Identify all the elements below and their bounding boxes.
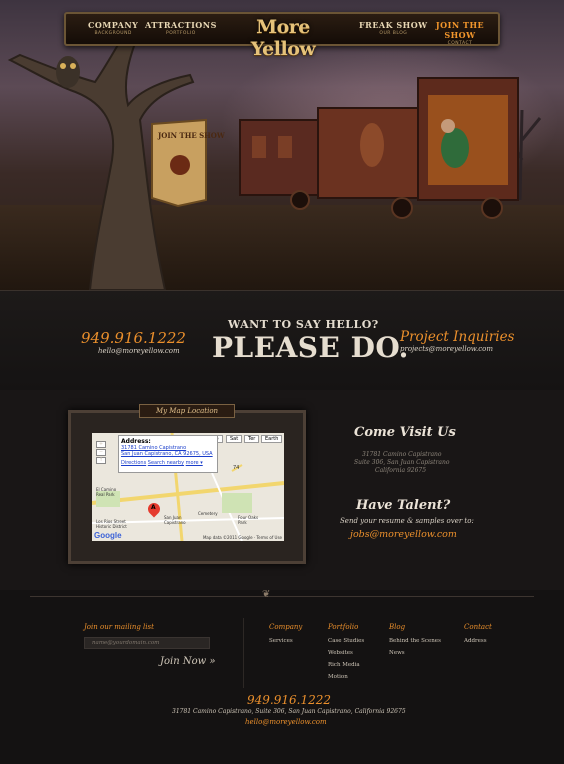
footer-link-case-studies[interactable]: Case Studies bbox=[328, 638, 364, 644]
nav-join-the-show-sub: CONTACT bbox=[447, 41, 473, 46]
map-tab-ter[interactable]: Ter bbox=[244, 435, 260, 443]
nav-company-sub: BACKGROUND bbox=[94, 31, 132, 36]
project-inquiries-title: Project Inquiries bbox=[400, 329, 515, 345]
visit-line-3: California 92675 bbox=[375, 467, 427, 474]
map-road-label: 74 bbox=[233, 465, 239, 471]
map-location-label: My Map Location bbox=[139, 404, 235, 418]
footer-vertical-divider bbox=[243, 618, 244, 688]
hero-sign-text: JOIN THE SHOW bbox=[157, 131, 225, 140]
nav-freak-show-sub: OUR BLOG bbox=[379, 31, 408, 36]
bubble-search-nearby-link[interactable]: Search nearby bbox=[148, 460, 184, 466]
nav-attractions[interactable]: ATTRACTIONS PORTFOLIO bbox=[145, 20, 217, 36]
zoom-out-button[interactable]: − bbox=[96, 449, 106, 456]
site-logo[interactable]: More Yellow bbox=[221, 16, 345, 60]
nav-freak-show[interactable]: FREAK SHOW OUR BLOG bbox=[359, 20, 428, 36]
contact-email-link[interactable]: hello@moreyellow.com bbox=[98, 347, 180, 355]
talent-email-link[interactable]: jobs@moreyellow.com bbox=[350, 529, 457, 540]
footer-col-blog-title[interactable]: Blog bbox=[389, 623, 405, 631]
hello-heading: PLEASE DO. bbox=[212, 331, 409, 364]
nav-attractions-label: ATTRACTIONS bbox=[145, 20, 217, 30]
map-zoom-controls: + − ↑ bbox=[96, 441, 106, 469]
footer-col-contact-title[interactable]: Contact bbox=[464, 623, 492, 631]
nav-company-label: COMPANY bbox=[88, 20, 139, 30]
pan-up-button[interactable]: ↑ bbox=[96, 457, 106, 464]
map-info-bubble: Address: 31781 Camino Capistrano San Jua… bbox=[118, 435, 218, 473]
nav-join-the-show-label: JOIN THE SHOW bbox=[435, 20, 485, 40]
footer-phone: 949.916.1222 bbox=[247, 693, 331, 707]
map-footer[interactable]: Map data ©2011 Google · Terms of Use bbox=[203, 535, 282, 540]
bubble-more-link[interactable]: more ▾ bbox=[186, 460, 203, 466]
talent-subtitle: Send your resume & samples over to: bbox=[340, 517, 474, 525]
project-email-link[interactable]: projects@moreyellow.com bbox=[400, 345, 493, 353]
footer-link-news[interactable]: News bbox=[389, 650, 405, 656]
visit-title: Come Visit Us bbox=[354, 425, 456, 440]
footer-col-portfolio-title[interactable]: Portfolio bbox=[328, 623, 358, 631]
place-los-rios: Los Rios Street Historic District bbox=[96, 519, 127, 529]
mailing-email-input[interactable]: name@yourdomain.com bbox=[84, 637, 210, 649]
contact-strip: 949.916.1222 hello@moreyellow.com WANT T… bbox=[0, 290, 564, 390]
hello-prefix: WANT TO SAY HELLO? bbox=[228, 318, 379, 331]
footer-email-link[interactable]: hello@moreyellow.com bbox=[245, 718, 327, 726]
zoom-in-button[interactable]: + bbox=[96, 441, 106, 448]
map-tab-sat[interactable]: Sat bbox=[226, 435, 243, 443]
map-marker-letter: A bbox=[151, 504, 156, 511]
hero-banner: JOIN THE SHOW COMPANY BACKGROUND ATTRACT… bbox=[0, 0, 564, 290]
visit-line-2: Suite 306, San Juan Capistrano bbox=[354, 459, 450, 466]
google-map[interactable]: 74 Map Sat Ter Earth + − ↑ Address: 3178… bbox=[92, 433, 284, 541]
footer-link-motion[interactable]: Motion bbox=[328, 674, 348, 680]
footer-link-websites[interactable]: Websites bbox=[328, 650, 353, 656]
map-section: My Map Location 74 Map Sat Ter Earth + −… bbox=[0, 390, 564, 590]
bubble-directions-link[interactable]: Directions bbox=[121, 460, 146, 466]
nav-attractions-sub: PORTFOLIO bbox=[166, 31, 196, 36]
footer-link-address[interactable]: Address bbox=[464, 638, 487, 644]
main-nav: COMPANY BACKGROUND ATTRACTIONS PORTFOLIO… bbox=[64, 12, 500, 60]
place-four-oaks: Four Oaks Park bbox=[238, 515, 259, 525]
contact-phone: 949.916.1222 bbox=[81, 329, 186, 347]
talent-title: Have Talent? bbox=[356, 498, 451, 513]
footer-divider bbox=[30, 596, 534, 597]
footer-link-rich-media[interactable]: Rich Media bbox=[328, 662, 360, 668]
place-san-juan: San Juan Capistrano bbox=[164, 515, 186, 525]
place-cemetery: Cemetery bbox=[198, 511, 218, 516]
mailing-list-title: Join our mailing list bbox=[84, 623, 154, 631]
footer-ornament-icon: ❦ bbox=[262, 589, 271, 600]
visit-line-1: 31781 Camino Capistrano bbox=[362, 451, 442, 458]
bubble-address-line2[interactable]: San Juan Capistrano, CA 92675, USA bbox=[121, 451, 215, 457]
join-now-button[interactable]: Join Now » bbox=[160, 656, 215, 667]
nav-company[interactable]: COMPANY BACKGROUND bbox=[88, 20, 138, 36]
place-el-camino: El Camino Real Park bbox=[96, 487, 117, 497]
google-logo: Google bbox=[94, 531, 122, 540]
nav-join-the-show[interactable]: JOIN THE SHOW CONTACT bbox=[422, 20, 498, 46]
bubble-title: Address: bbox=[121, 438, 151, 445]
footer: ❦ Join our mailing list name@yourdomain.… bbox=[0, 589, 564, 764]
nav-freak-show-label: FREAK SHOW bbox=[359, 20, 428, 30]
footer-col-company-title[interactable]: Company bbox=[269, 623, 302, 631]
footer-link-behind-the-scenes[interactable]: Behind the Scenes bbox=[389, 638, 441, 644]
footer-link-services[interactable]: Services bbox=[269, 638, 293, 644]
map-tab-earth[interactable]: Earth bbox=[261, 435, 283, 443]
footer-address: 31781 Camino Capistrano, Suite 306, San … bbox=[172, 708, 406, 715]
